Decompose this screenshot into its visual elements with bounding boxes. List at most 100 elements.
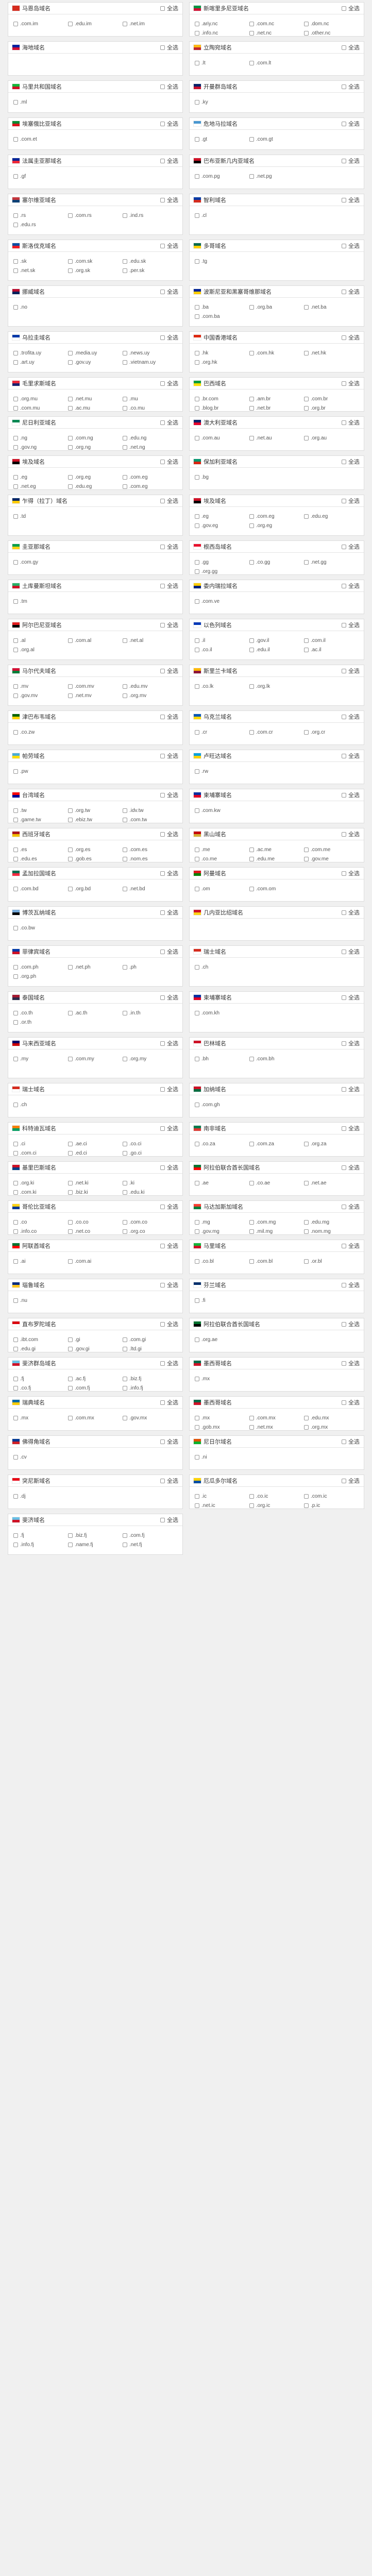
domain-option[interactable]: .org.al: [13, 645, 68, 654]
domain-option[interactable]: .net.sk: [13, 266, 68, 275]
select-all-checkbox[interactable]: 全选: [160, 1281, 178, 1289]
domain-option[interactable]: .com.eg: [122, 472, 177, 482]
select-all-checkbox[interactable]: 全选: [342, 242, 360, 250]
select-all-checkbox[interactable]: 全选: [342, 379, 360, 387]
select-all-checkbox[interactable]: 全选: [160, 1085, 178, 1093]
domain-option[interactable]: .com.hk: [249, 348, 304, 358]
select-all-checkbox[interactable]: 全选: [160, 947, 178, 956]
select-all-checkbox[interactable]: 全选: [342, 1320, 360, 1328]
domain-option[interactable]: .eg: [195, 512, 249, 521]
select-all-checkbox[interactable]: 全选: [160, 752, 178, 760]
domain-option[interactable]: .idv.tw: [122, 806, 177, 815]
domain-option[interactable]: .net.ph: [67, 962, 123, 972]
domain-option[interactable]: .com.rs: [67, 211, 123, 220]
select-all-checkbox[interactable]: 全选: [160, 1163, 178, 1172]
select-all-checkbox[interactable]: 全选: [342, 1437, 360, 1446]
domain-option[interactable]: .co.co: [67, 1217, 123, 1227]
domain-option[interactable]: .co.bl: [195, 1257, 249, 1266]
select-all-checkbox[interactable]: 全选: [160, 713, 178, 721]
domain-option[interactable]: .com.il: [303, 636, 359, 645]
domain-option[interactable]: .edu.es: [13, 854, 68, 862]
select-all-checkbox[interactable]: 全选: [160, 830, 178, 838]
domain-option[interactable]: .td: [13, 512, 68, 521]
domain-option[interactable]: .org.mv: [122, 691, 177, 700]
domain-option[interactable]: .ml: [13, 97, 68, 107]
domain-option[interactable]: .co.gg: [249, 557, 304, 567]
domain-option[interactable]: .com.bl: [249, 1257, 304, 1266]
domain-option[interactable]: .com.ve: [195, 597, 249, 606]
domain-option[interactable]: .il: [195, 636, 249, 645]
domain-option[interactable]: .nom.mg: [303, 1227, 359, 1234]
domain-option[interactable]: .rw: [195, 767, 249, 776]
domain-option[interactable]: .biz.fj: [122, 1374, 177, 1383]
select-all-checkbox[interactable]: 全选: [342, 869, 360, 877]
domain-option[interactable]: .net.gg: [303, 557, 359, 567]
select-all-checkbox[interactable]: 全选: [342, 1202, 360, 1211]
select-all-checkbox[interactable]: 全选: [160, 1516, 178, 1524]
domain-option[interactable]: .art.uy: [13, 358, 68, 367]
domain-option[interactable]: .fj: [13, 1374, 68, 1383]
domain-option[interactable]: .net.eg: [13, 482, 68, 489]
domain-option[interactable]: .com.ki: [13, 1188, 68, 1195]
domain-option[interactable]: .com.cr: [249, 727, 304, 737]
domain-option[interactable]: .mx: [13, 1413, 68, 1422]
domain-option[interactable]: .net.nc: [249, 28, 304, 36]
domain-option[interactable]: .info.nc: [195, 28, 249, 36]
domain-option[interactable]: .ac.il: [303, 645, 359, 654]
domain-option[interactable]: .org.mu: [13, 394, 68, 403]
domain-option[interactable]: .gg: [195, 557, 249, 567]
domain-option[interactable]: .fi: [195, 1296, 249, 1305]
domain-option[interactable]: .org.hk: [195, 358, 249, 367]
select-all-checkbox[interactable]: 全选: [342, 1163, 360, 1172]
domain-option[interactable]: .bh: [195, 1054, 249, 1063]
domain-option[interactable]: .com.ng: [67, 433, 123, 443]
domain-option[interactable]: .org.ph: [13, 972, 68, 981]
domain-option[interactable]: .mx: [195, 1374, 249, 1383]
domain-option[interactable]: .ae.ci: [67, 1139, 123, 1148]
domain-option[interactable]: .cr: [195, 727, 249, 737]
select-all-checkbox[interactable]: 全选: [160, 1124, 178, 1132]
domain-option[interactable]: .hk: [195, 348, 249, 358]
domain-option[interactable]: .ba: [195, 302, 249, 312]
select-all-checkbox[interactable]: 全选: [160, 1437, 178, 1446]
domain-option[interactable]: .media.uy: [67, 348, 123, 358]
domain-option[interactable]: .com.kh: [195, 1008, 249, 1018]
domain-option[interactable]: .org.gg: [195, 567, 249, 574]
domain-option[interactable]: .es: [13, 845, 68, 854]
domain-option[interactable]: .com.om: [249, 884, 304, 893]
domain-option[interactable]: .gt: [195, 134, 249, 144]
domain-option[interactable]: .org.za: [303, 1139, 359, 1148]
domain-option[interactable]: .gov.mg: [195, 1227, 249, 1234]
domain-option[interactable]: .gob.mx: [195, 1422, 249, 1430]
domain-option[interactable]: .com.kw: [195, 806, 249, 815]
domain-option[interactable]: .com.et: [13, 134, 68, 144]
domain-option[interactable]: .other.nc: [303, 28, 359, 36]
domain-option[interactable]: .net.ae: [303, 1178, 359, 1188]
domain-option[interactable]: .cl: [195, 211, 249, 220]
domain-option[interactable]: .com.im: [13, 19, 68, 28]
domain-option[interactable]: .bg: [195, 472, 249, 482]
domain-option[interactable]: .co.za: [195, 1139, 249, 1148]
domain-option[interactable]: .mv: [13, 682, 68, 691]
domain-option[interactable]: .com.mx: [67, 1413, 123, 1422]
domain-option[interactable]: .mx: [195, 1413, 249, 1422]
select-all-checkbox[interactable]: 全选: [342, 1085, 360, 1093]
select-all-checkbox[interactable]: 全选: [160, 120, 178, 128]
select-all-checkbox[interactable]: 全选: [160, 993, 178, 1002]
domain-option[interactable]: .net.ic: [195, 1501, 249, 1509]
domain-option[interactable]: .org.br: [303, 403, 359, 411]
domain-option[interactable]: .com.br: [303, 394, 359, 403]
domain-option[interactable]: .net.hk: [303, 348, 359, 358]
domain-option[interactable]: .ky: [195, 97, 249, 107]
domain-option[interactable]: .edu.ki: [122, 1188, 177, 1195]
select-all-checkbox[interactable]: 全选: [342, 1359, 360, 1367]
domain-option[interactable]: .per.sk: [122, 266, 177, 275]
domain-option[interactable]: .com.lt: [249, 58, 304, 67]
domain-option[interactable]: .net.im: [122, 19, 177, 28]
domain-option[interactable]: .org.cr: [303, 727, 359, 737]
domain-option[interactable]: .net.au: [249, 433, 304, 443]
select-all-checkbox[interactable]: 全选: [342, 752, 360, 760]
domain-option[interactable]: .org.eg: [67, 472, 123, 482]
domain-option[interactable]: .fj: [13, 1531, 68, 1540]
domain-option[interactable]: .com.gt: [249, 134, 304, 144]
